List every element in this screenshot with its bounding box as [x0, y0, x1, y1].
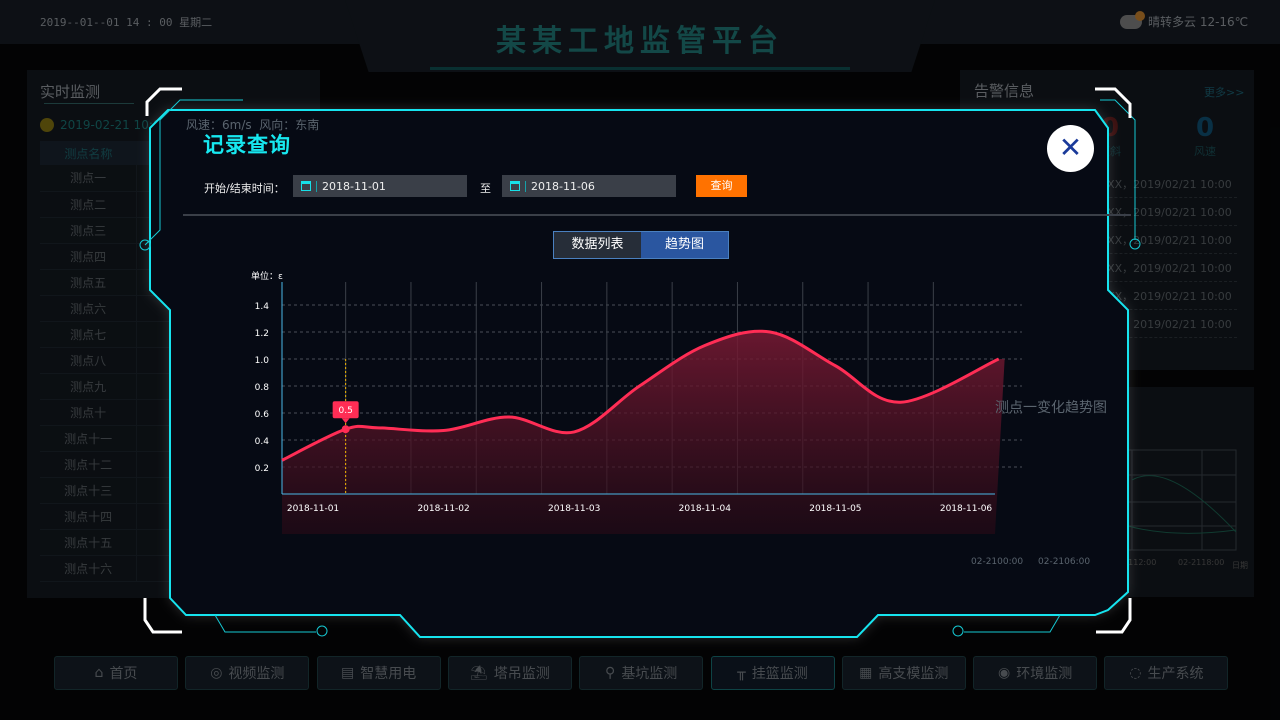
- x-tick-label: 2018-11-02: [417, 504, 469, 514]
- modal-title: 记录查询: [203, 133, 291, 157]
- y-tick-label: 0.8: [255, 383, 270, 393]
- x-tick-label: 2018-11-03: [548, 504, 600, 514]
- x-tick-label: 2018-11-04: [679, 504, 732, 514]
- y-tick-label: 0.4: [255, 437, 270, 447]
- unit-label: 单位：ε: [251, 270, 283, 282]
- tooltip-point: [341, 425, 350, 434]
- tooltip-pointer: [341, 418, 350, 424]
- y-tick-label: 1.4: [255, 302, 270, 312]
- trend-title: 测点一变化趋势图: [995, 400, 1107, 416]
- x-tick-label: 2018-11-06: [940, 504, 993, 514]
- y-tick-label: 1.2: [255, 329, 269, 339]
- mini-xlabel: 02-2106:00: [1038, 557, 1091, 567]
- mini-xlabel: 02-2100:00: [971, 557, 1024, 567]
- y-tick-label: 1.0: [255, 356, 270, 366]
- y-tick-label: 0.6: [255, 410, 270, 420]
- x-tick-label: 2018-11-05: [809, 504, 861, 514]
- trend-chart: 单位：ε 0.2 0.4 0.6 0.8 1.0 1.2 1.4 2018-11-01 2018…: [251, 270, 1022, 534]
- area-fill: [282, 331, 1005, 534]
- y-tick-label: 0.2: [255, 464, 269, 474]
- x-tick-label: 2018-11-01: [287, 504, 339, 514]
- tooltip-label: 0.5: [338, 406, 352, 416]
